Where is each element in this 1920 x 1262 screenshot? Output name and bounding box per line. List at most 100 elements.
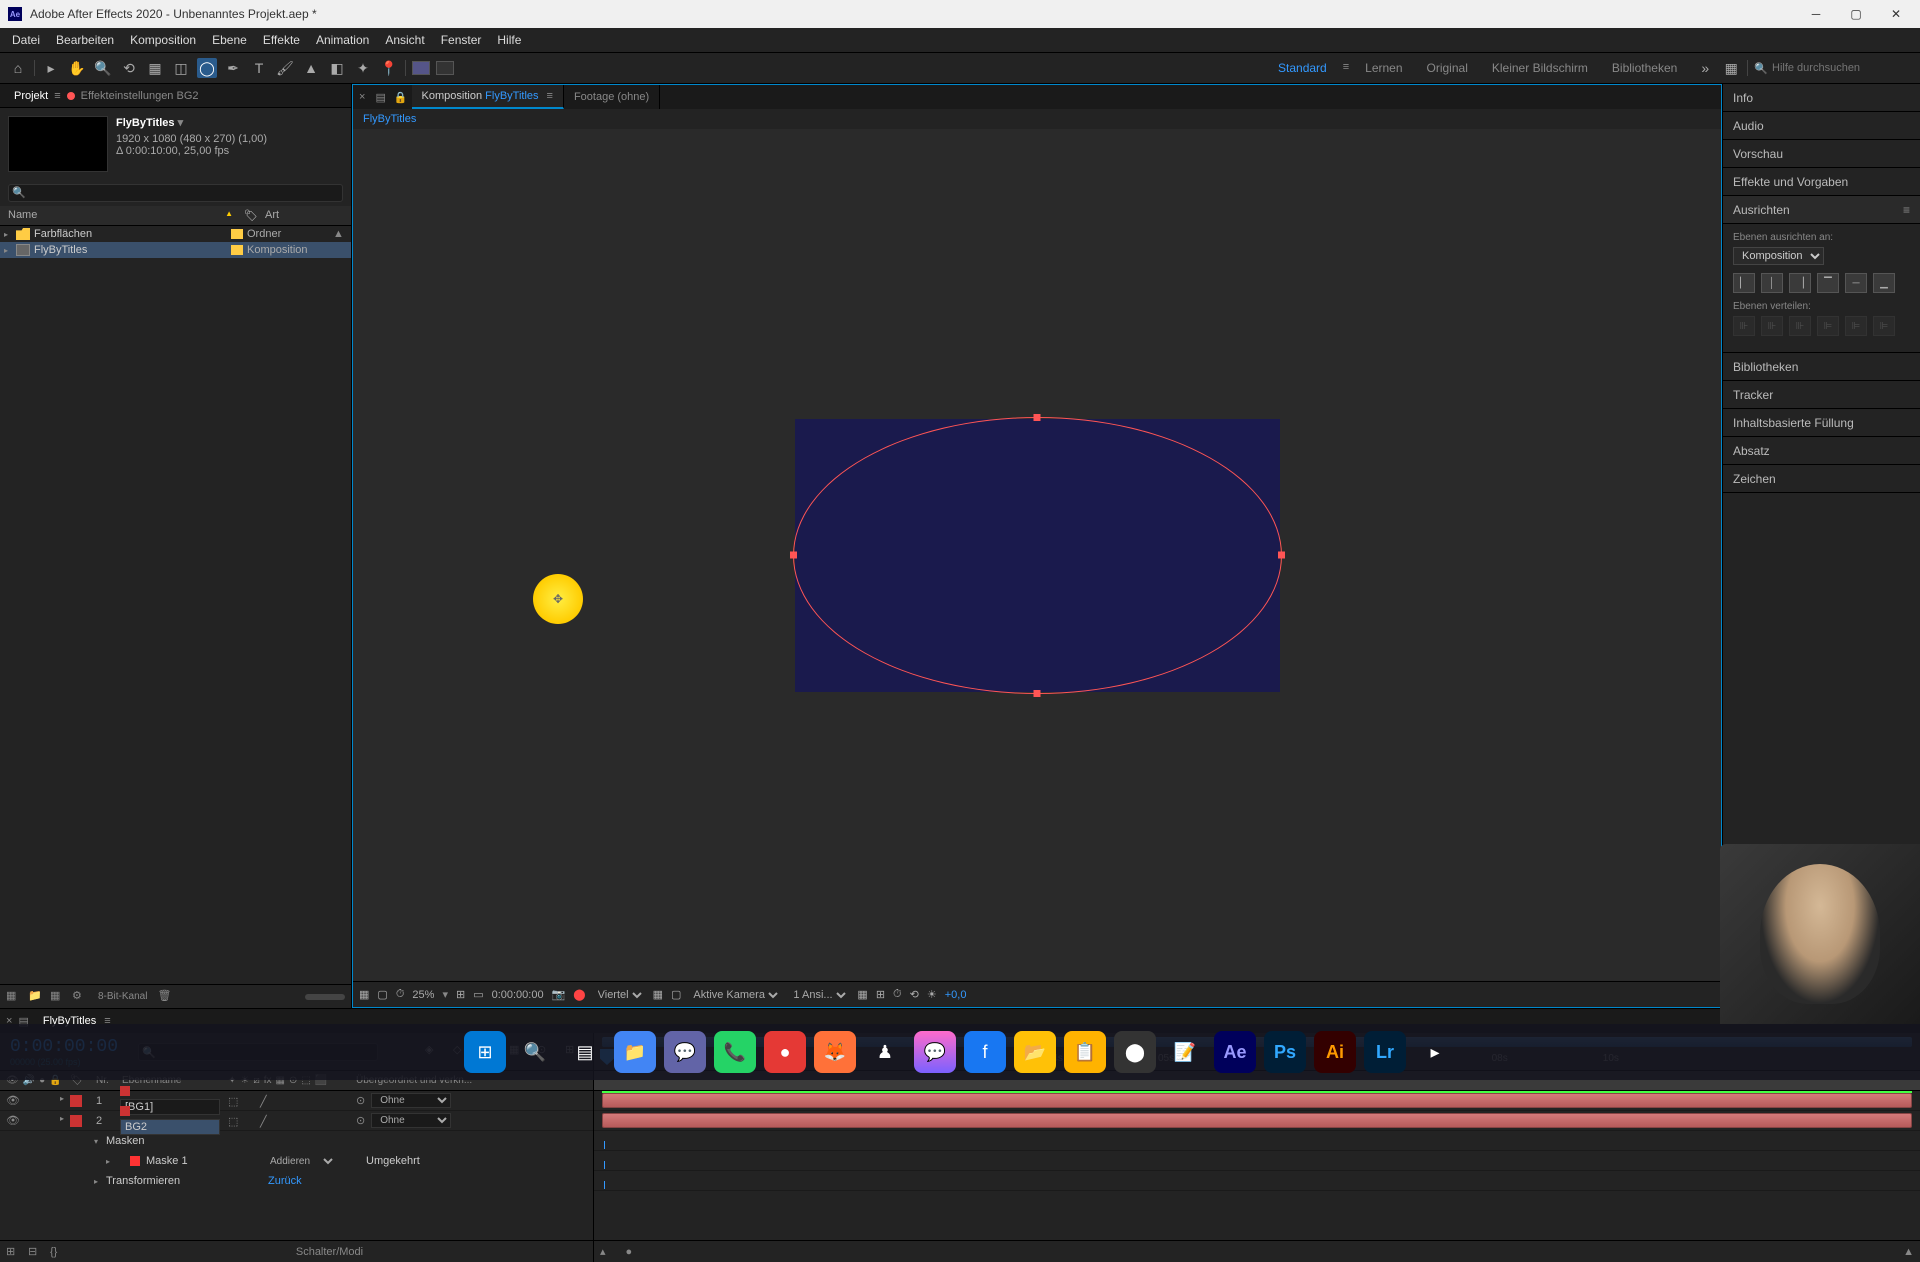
- app-icon-7[interactable]: 📋: [1064, 1031, 1106, 1073]
- align-top[interactable]: ▔: [1817, 273, 1839, 293]
- snapshot-button[interactable]: 📷: [552, 988, 566, 1001]
- fill-color[interactable]: [412, 61, 430, 75]
- comp-preview[interactable]: [795, 419, 1280, 692]
- zoom-out[interactable]: ▴: [600, 1245, 606, 1258]
- panel-inhaltsbasierte-füllung[interactable]: Inhaltsbasierte Füllung: [1723, 409, 1920, 437]
- fast-draft[interactable]: ⊞: [876, 988, 885, 1001]
- pan-behind-tool[interactable]: ◫: [171, 58, 191, 78]
- menu-hilfe[interactable]: Hilfe: [489, 33, 529, 47]
- menu-datei[interactable]: Datei: [4, 33, 48, 47]
- adjust-settings[interactable]: ⚙: [72, 989, 88, 1005]
- timecode-display[interactable]: 0:00:00:00: [492, 989, 544, 1001]
- text-tool[interactable]: T: [249, 58, 269, 78]
- workspace-more[interactable]: »: [1695, 58, 1715, 78]
- align-right[interactable]: ▕: [1789, 273, 1811, 293]
- switches-modes-label[interactable]: Schalter/Modi: [296, 1246, 363, 1258]
- layer-bar-1[interactable]: [594, 1091, 1920, 1111]
- align-left[interactable]: ▏: [1733, 273, 1755, 293]
- interpret-footage[interactable]: ▦: [6, 989, 22, 1005]
- layer-bar-2[interactable]: [594, 1111, 1920, 1131]
- panel-vorschau[interactable]: Vorschau: [1723, 140, 1920, 168]
- after-effects-icon[interactable]: Ae: [1214, 1031, 1256, 1073]
- selection-tool[interactable]: ▸: [41, 58, 61, 78]
- align-center-v[interactable]: ─: [1845, 273, 1867, 293]
- panel-audio[interactable]: Audio: [1723, 112, 1920, 140]
- mask-handle-right[interactable]: [1278, 552, 1285, 559]
- notepad-icon[interactable]: 📝: [1164, 1031, 1206, 1073]
- timeline-layer[interactable]: 👁▸ 1 [BG1] ⬚╱ ⊙Ohne: [0, 1091, 593, 1111]
- new-folder[interactable]: 📁: [28, 989, 44, 1005]
- panel-effekte-und-vorgaben[interactable]: Effekte und Vorgaben: [1723, 168, 1920, 196]
- help-search-input[interactable]: [1772, 62, 1912, 74]
- timeline-mode[interactable]: ⏱: [893, 988, 902, 1001]
- refresh[interactable]: ⟲: [910, 988, 919, 1001]
- views-select[interactable]: 1 Ansi...: [789, 988, 849, 1002]
- firefox-icon[interactable]: 🦊: [814, 1031, 856, 1073]
- new-comp[interactable]: ▦: [50, 989, 66, 1005]
- toggle-alpha[interactable]: ▦: [359, 988, 369, 1001]
- roto-tool[interactable]: ✦: [353, 58, 373, 78]
- workspace-panel[interactable]: ▦: [1721, 58, 1741, 78]
- footage-tab[interactable]: Footage (ohne): [564, 85, 660, 109]
- mask-color-swatch[interactable]: [130, 1156, 140, 1166]
- mask-invert[interactable]: Umgekehrt: [366, 1155, 420, 1167]
- panel-tracker[interactable]: Tracker: [1723, 381, 1920, 409]
- more-icon[interactable]: ▸: [1414, 1031, 1456, 1073]
- toggle-3d[interactable]: ▢: [671, 988, 681, 1001]
- help-search[interactable]: 🔍: [1754, 62, 1912, 75]
- mask-handle-left[interactable]: [790, 552, 797, 559]
- hand-tool[interactable]: ✋: [67, 58, 87, 78]
- masks-group[interactable]: Masken: [106, 1135, 226, 1147]
- transform-chevron[interactable]: ▸: [94, 1177, 106, 1186]
- panel-bibliotheken[interactable]: Bibliotheken: [1723, 353, 1920, 381]
- col-name-header[interactable]: Name: [8, 209, 37, 222]
- align-panel-header[interactable]: Ausrichten ≡: [1723, 196, 1920, 224]
- mask-name[interactable]: Maske 1: [146, 1155, 266, 1167]
- toggle-switches[interactable]: ⊞: [6, 1245, 22, 1258]
- illustrator-icon[interactable]: Ai: [1314, 1031, 1356, 1073]
- files-icon[interactable]: 📂: [1014, 1031, 1056, 1073]
- project-slider[interactable]: [305, 994, 345, 1000]
- camera-select[interactable]: Aktive Kamera: [689, 988, 781, 1002]
- canvas[interactable]: ✥: [353, 129, 1721, 981]
- mask-handle-bottom[interactable]: [1034, 690, 1041, 697]
- close-button[interactable]: ✕: [1888, 6, 1904, 22]
- zoom-tool[interactable]: 🔍: [93, 58, 113, 78]
- maximize-button[interactable]: ▢: [1848, 6, 1864, 22]
- viewer-close[interactable]: ×: [353, 91, 371, 103]
- obs-icon[interactable]: ⬤: [1114, 1031, 1156, 1073]
- menu-ansicht[interactable]: Ansicht: [377, 33, 432, 47]
- transform-reset[interactable]: Zurück: [268, 1175, 302, 1187]
- align-center-h[interactable]: │: [1761, 273, 1783, 293]
- search-button[interactable]: 🔍: [514, 1031, 556, 1073]
- clone-tool[interactable]: ▲: [301, 58, 321, 78]
- pen-tool[interactable]: ✒: [223, 58, 243, 78]
- masks-chevron[interactable]: ▾: [94, 1137, 106, 1146]
- resolution-grid[interactable]: ⊞: [456, 988, 465, 1001]
- delete-button[interactable]: 🗑: [157, 989, 173, 1005]
- brush-tool[interactable]: 🖌: [275, 58, 295, 78]
- pixel-aspect[interactable]: ▦: [857, 988, 867, 1001]
- puppet-tool[interactable]: 📍: [379, 58, 399, 78]
- panel-absatz[interactable]: Absatz: [1723, 437, 1920, 465]
- col-type-header[interactable]: Art: [261, 206, 351, 225]
- channel-button[interactable]: ⬤: [573, 988, 585, 1001]
- toggle-transparency[interactable]: ⏱: [396, 988, 405, 1001]
- mask-handle-top[interactable]: [1034, 414, 1041, 421]
- toggle-in-out[interactable]: {}: [50, 1246, 66, 1258]
- mask-mode-select[interactable]: Addieren: [266, 1155, 336, 1168]
- col-tag-header[interactable]: 🏷: [241, 206, 261, 225]
- workspace-lernen[interactable]: Lernen: [1353, 61, 1414, 75]
- home-button[interactable]: ⌂: [8, 58, 28, 78]
- panel-info[interactable]: Info: [1723, 84, 1920, 112]
- effect-controls-tab[interactable]: Effekteinstellungen BG2: [81, 90, 199, 102]
- project-item[interactable]: ▸FarbflächenOrdner▲: [0, 226, 351, 242]
- menu-ebene[interactable]: Ebene: [204, 33, 255, 47]
- project-item[interactable]: ▸FlyByTitlesKomposition: [0, 242, 351, 258]
- workspace-kleiner bildschirm[interactable]: Kleiner Bildschirm: [1480, 61, 1600, 75]
- bit-depth[interactable]: 8-Bit-Kanal: [98, 991, 147, 1002]
- menu-effekte[interactable]: Effekte: [255, 33, 308, 47]
- project-tab[interactable]: Projekt: [8, 90, 54, 102]
- panel-zeichen[interactable]: Zeichen: [1723, 465, 1920, 493]
- menu-fenster[interactable]: Fenster: [433, 33, 490, 47]
